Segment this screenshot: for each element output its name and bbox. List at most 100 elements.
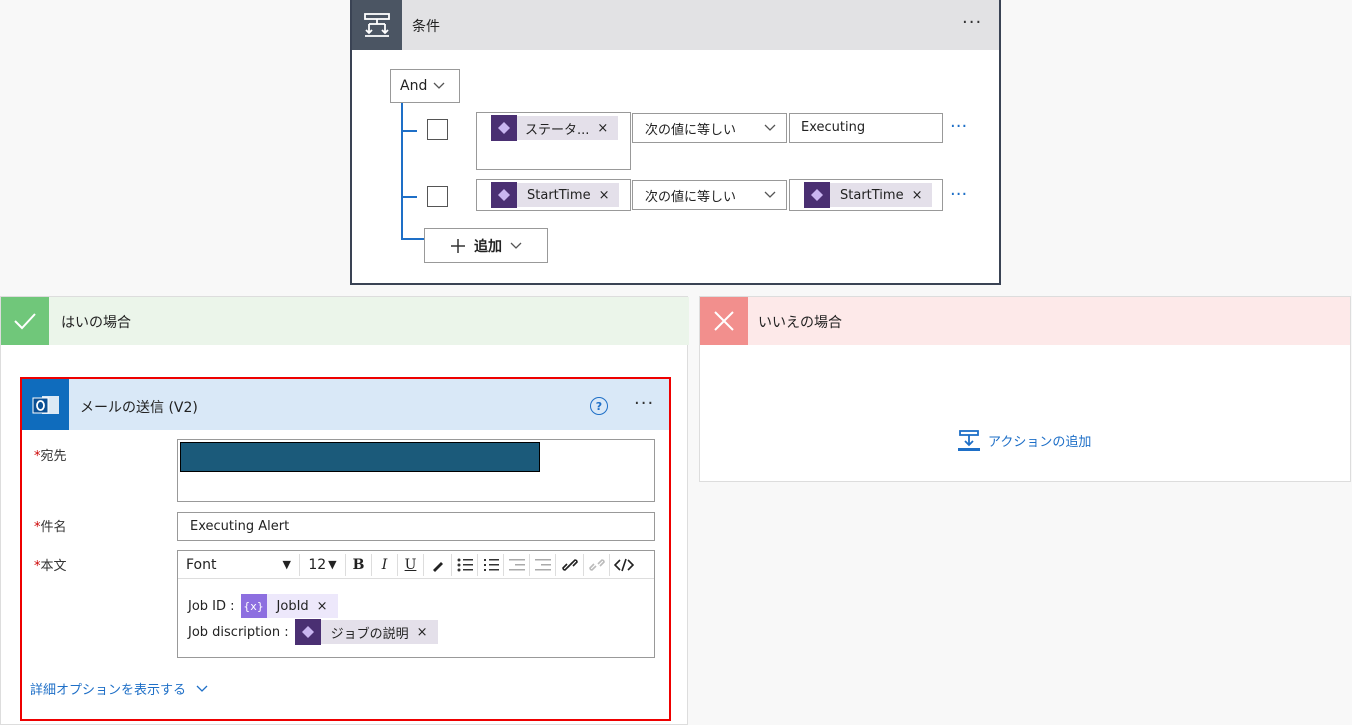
operator-select[interactable]: 次の値に等しい: [632, 113, 787, 143]
body-label-text: 本文: [40, 559, 67, 574]
condition-card: 条件 ··· And ステータ... × 次の値に等しい Executing ·…: [350, 0, 1001, 285]
dynamic-token[interactable]: ジョブの説明 ×: [294, 619, 438, 645]
chevron-down-icon: [764, 191, 776, 198]
token-label: StartTime: [840, 187, 904, 203]
chevron-down-icon: [510, 242, 522, 249]
right-operand-input[interactable]: Executing: [789, 113, 943, 143]
bullet-list-icon[interactable]: [452, 553, 478, 576]
remove-token-icon[interactable]: ×: [417, 625, 428, 640]
tree-branch: [401, 238, 425, 240]
row-more-icon[interactable]: ···: [950, 118, 967, 136]
help-icon[interactable]: ?: [590, 397, 608, 415]
send-mail-card: メールの送信 (V2) ? ··· *宛先 *件名 Executing Aler…: [20, 377, 671, 721]
yes-branch-title: はいの場合: [61, 315, 131, 331]
condition-title: 条件: [412, 19, 440, 35]
editor-toolbar: Font ▼ 12 ▼ B I U: [178, 551, 654, 579]
tree-branch: [401, 130, 417, 132]
redacted-recipient: [180, 442, 540, 472]
no-branch-title: いいえの場合: [758, 315, 842, 331]
font-size-label: 12: [308, 556, 327, 573]
font-select[interactable]: Font ▼: [178, 553, 300, 576]
condition-icon: [352, 0, 402, 50]
token-label: JobId: [276, 598, 309, 614]
operator-select[interactable]: 次の値に等しい: [632, 180, 787, 210]
dataverse-icon: [294, 619, 321, 645]
to-field[interactable]: [177, 439, 655, 502]
body-line-label: Job ID :: [188, 598, 235, 614]
token-label: StartTime: [527, 187, 591, 203]
italic-icon[interactable]: I: [372, 553, 398, 576]
operator-label: 次の値に等しい: [645, 122, 737, 138]
remove-token-icon[interactable]: ×: [912, 188, 923, 203]
dynamic-token[interactable]: StartTime ×: [804, 182, 933, 208]
add-action-link[interactable]: アクションの追加: [958, 429, 1091, 451]
right-operand-field[interactable]: StartTime ×: [789, 179, 943, 211]
dynamic-token[interactable]: StartTime ×: [491, 182, 620, 208]
to-label-text: 宛先: [40, 449, 67, 464]
caret-down-icon: ▼: [328, 558, 337, 571]
token-label: ステータ...: [525, 122, 590, 138]
underline-icon[interactable]: U: [398, 553, 424, 576]
highlight-icon[interactable]: [424, 553, 452, 576]
outdent-icon[interactable]: [504, 553, 530, 576]
row-checkbox[interactable]: [427, 119, 448, 140]
chevron-down-icon: [196, 685, 208, 692]
more-options-icon[interactable]: ···: [634, 395, 654, 413]
logic-operator-select[interactable]: And: [390, 69, 460, 103]
remove-token-icon[interactable]: ×: [597, 121, 608, 136]
dynamic-token[interactable]: {x} JobId ×: [240, 594, 338, 618]
no-branch-header[interactable]: いいえの場合: [700, 297, 1350, 345]
add-condition-button[interactable]: 追加: [424, 228, 548, 263]
bold-icon[interactable]: B: [346, 553, 372, 576]
send-mail-header[interactable]: メールの送信 (V2) ? ···: [22, 379, 669, 430]
row-more-icon[interactable]: ···: [950, 186, 967, 204]
close-icon: [700, 297, 748, 345]
condition-header[interactable]: 条件 ···: [352, 0, 999, 50]
token-label: ジョブの説明: [330, 626, 409, 642]
dataverse-icon: [491, 115, 517, 141]
dataverse-icon: [804, 182, 830, 208]
font-label: Font: [186, 556, 217, 573]
body-content: Job ID : {x} JobId × Job discription : ジ…: [188, 593, 438, 645]
subject-label: *件名: [34, 520, 67, 535]
body-line-label: Job discription :: [188, 624, 289, 640]
body-editor[interactable]: Font ▼ 12 ▼ B I U Job ID : {x} JobId × J…: [177, 550, 655, 658]
outlook-icon: [22, 379, 69, 430]
advanced-options-label: 詳細オプションを表示する: [30, 683, 187, 698]
operator-label: 次の値に等しい: [645, 189, 737, 205]
remove-token-icon[interactable]: ×: [317, 599, 328, 614]
body-line: Job discription : ジョブの説明 ×: [188, 619, 438, 645]
unlink-icon[interactable]: [584, 553, 610, 576]
body-line: Job ID : {x} JobId ×: [188, 593, 438, 619]
plus-icon: [451, 238, 465, 253]
variable-icon: {x}: [240, 594, 267, 618]
yes-branch-header[interactable]: はいの場合: [1, 297, 689, 345]
send-mail-title: メールの送信 (V2): [80, 400, 198, 416]
remove-token-icon[interactable]: ×: [599, 188, 610, 203]
chevron-down-icon: [764, 124, 776, 131]
body-label: *本文: [34, 559, 67, 574]
logic-operator-label: And: [400, 78, 428, 94]
tree-line: [401, 103, 403, 240]
left-operand-field[interactable]: StartTime ×: [476, 179, 631, 211]
link-icon[interactable]: [556, 553, 584, 576]
add-label: 追加: [474, 238, 502, 255]
code-view-icon[interactable]: [610, 554, 638, 576]
show-advanced-options-link[interactable]: 詳細オプションを表示する: [30, 679, 208, 698]
subject-input[interactable]: Executing Alert: [177, 512, 655, 541]
left-operand-field[interactable]: ステータ... ×: [476, 112, 631, 170]
check-icon: [1, 297, 49, 345]
subject-label-text: 件名: [40, 520, 67, 535]
more-options-icon[interactable]: ···: [962, 14, 982, 32]
chevron-down-icon: [433, 82, 445, 89]
font-size-select[interactable]: 12 ▼: [300, 553, 346, 576]
indent-icon[interactable]: [530, 553, 556, 576]
dynamic-token[interactable]: ステータ... ×: [491, 115, 619, 141]
numbered-list-icon[interactable]: [478, 553, 504, 576]
caret-down-icon: ▼: [282, 558, 291, 571]
to-label: *宛先: [34, 449, 67, 464]
tree-branch: [401, 196, 417, 198]
row-checkbox[interactable]: [427, 186, 448, 207]
add-action-icon: [958, 430, 980, 451]
add-action-label: アクションの追加: [988, 434, 1092, 450]
